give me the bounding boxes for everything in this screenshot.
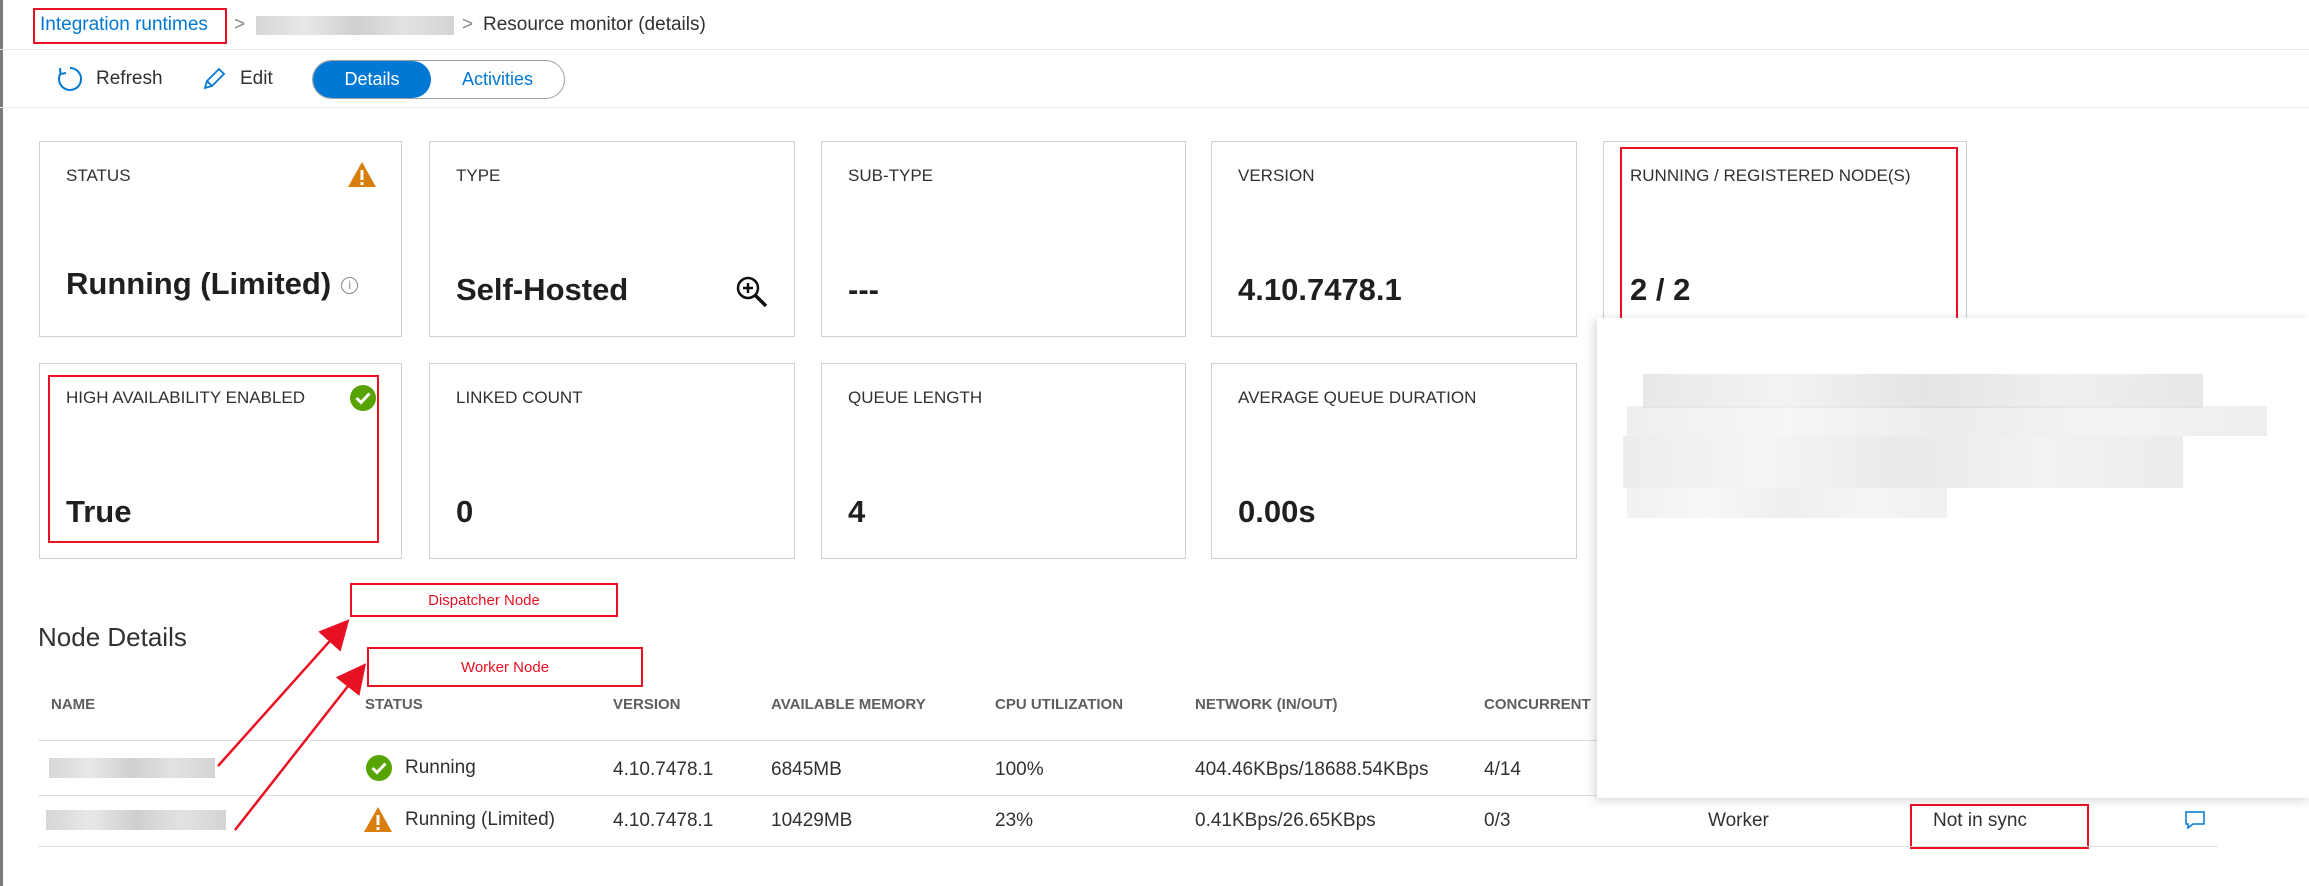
- worker-arrow: [234, 663, 367, 831]
- annotation-arrows: [217, 619, 367, 831]
- dispatcher-arrow: [217, 619, 350, 767]
